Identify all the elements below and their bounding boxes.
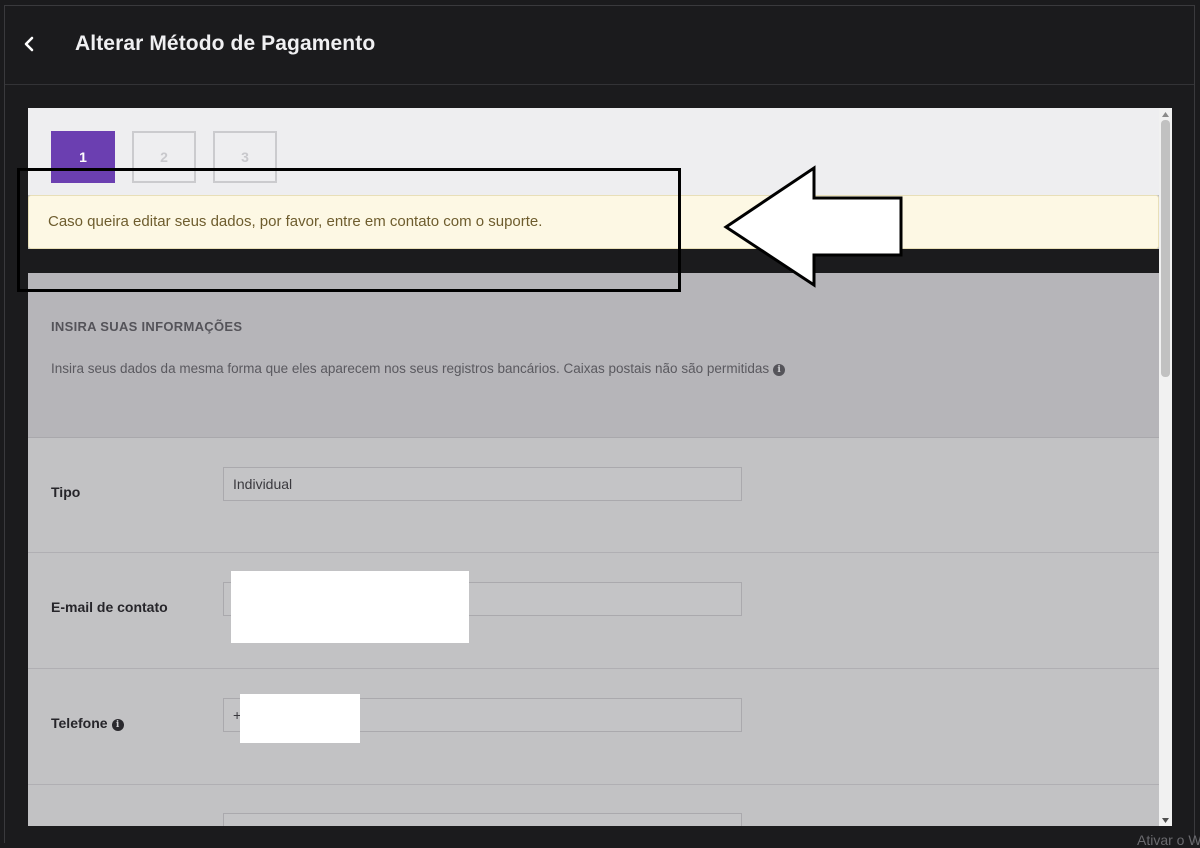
- info-circle-icon[interactable]: i: [773, 364, 786, 376]
- type-row: Tipo Individual: [28, 438, 1159, 553]
- activation-watermark: Ativar o W: [1137, 832, 1200, 848]
- info-section: INSIRA SUAS INFORMAÇÕES Insira seus dado…: [28, 273, 1159, 438]
- back-button[interactable]: [19, 32, 39, 56]
- type-field[interactable]: Individual: [223, 467, 742, 501]
- phone-label-group: Telefone i: [51, 715, 124, 731]
- phone-label: Telefone: [51, 715, 108, 731]
- email-row: E-mail de contato: [28, 553, 1159, 669]
- redaction-box: [240, 694, 360, 743]
- phone-row: Telefone i +: [28, 669, 1159, 785]
- annotation-highlight-box: [17, 168, 681, 292]
- scroll-thumb[interactable]: [1161, 120, 1170, 377]
- next-field[interactable]: [223, 813, 742, 826]
- next-row-partial: [28, 785, 1159, 826]
- type-label: Tipo: [51, 484, 81, 500]
- annotation-arrow-icon: [723, 165, 903, 288]
- scroll-up-arrow-icon[interactable]: [1159, 109, 1172, 119]
- redaction-box: [231, 571, 469, 643]
- section-description-text: Insira seus dados da mesma forma que ele…: [51, 361, 770, 376]
- scrollbar[interactable]: [1159, 108, 1172, 826]
- chevron-left-icon: [24, 36, 34, 52]
- email-label: E-mail de contato: [51, 599, 168, 615]
- page-title: Alterar Método de Pagamento: [75, 32, 376, 55]
- section-title: INSIRA SUAS INFORMAÇÕES: [51, 319, 243, 334]
- info-circle-icon[interactable]: i: [111, 719, 124, 731]
- modal-header: Alterar Método de Pagamento: [5, 6, 1194, 85]
- section-description: Insira seus dados da mesma forma que ele…: [51, 361, 786, 376]
- scroll-down-arrow-icon[interactable]: [1159, 815, 1172, 825]
